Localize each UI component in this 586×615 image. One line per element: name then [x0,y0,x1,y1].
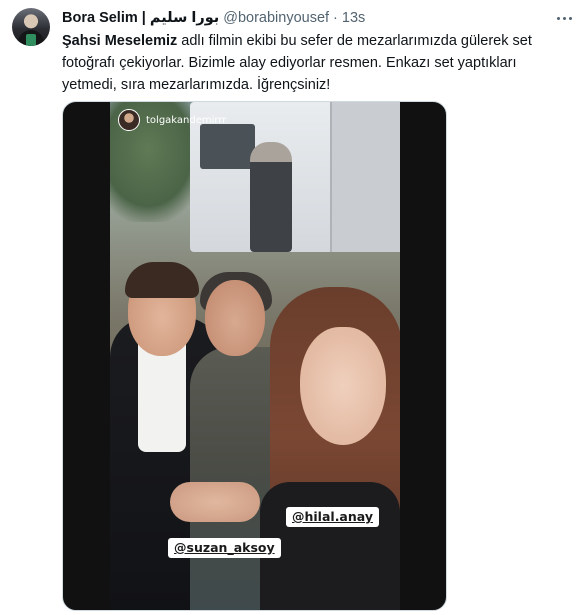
mention-tag-suzan: @suzan_aksoy [168,538,281,558]
story-photo: tolgakandemirrr · @hilal.anay @suzan_aks… [110,102,400,610]
story-separator: · [229,115,233,125]
header-separator: · [333,10,338,26]
tweet-text-bold: Şahsi Meselemiz [62,33,178,49]
van-door [330,102,400,252]
tweet-text: Şahsi Meselemiz adlı filmin ekibi bu sef… [62,30,562,96]
tweet[interactable]: Bora Selim | بورا سليم @borabinyousef · … [0,0,586,615]
tweet-header: Bora Selim | بورا سليم @borabinyousef · … [62,9,365,27]
author-avatar[interactable] [12,8,50,46]
photo-man-hair [125,262,199,298]
author-handle[interactable]: @borabinyousef [223,9,329,27]
more-horizontal-icon[interactable] [554,9,574,27]
avatar-accent [26,34,36,46]
mention-tag-hilal: @hilal.anay [286,507,379,527]
tweet-media-image[interactable]: tolgakandemirrr · @hilal.anay @suzan_aks… [62,101,447,611]
photo-background-person [250,142,292,252]
photo-woman-head [205,280,265,356]
story-avatar [118,109,140,131]
photo-girl-face [300,327,386,445]
more-dot [562,16,566,20]
tweet-timestamp[interactable]: 13s [342,9,365,27]
story-header: tolgakandemirrr · [118,108,232,132]
story-username: tolgakandemirrr [146,114,227,126]
author-display-name[interactable]: Bora Selim | بورا سليم [62,9,219,27]
more-dot [568,16,572,20]
photo-girl-body [260,482,400,610]
photo-hands [170,482,260,522]
more-dot [556,16,560,20]
